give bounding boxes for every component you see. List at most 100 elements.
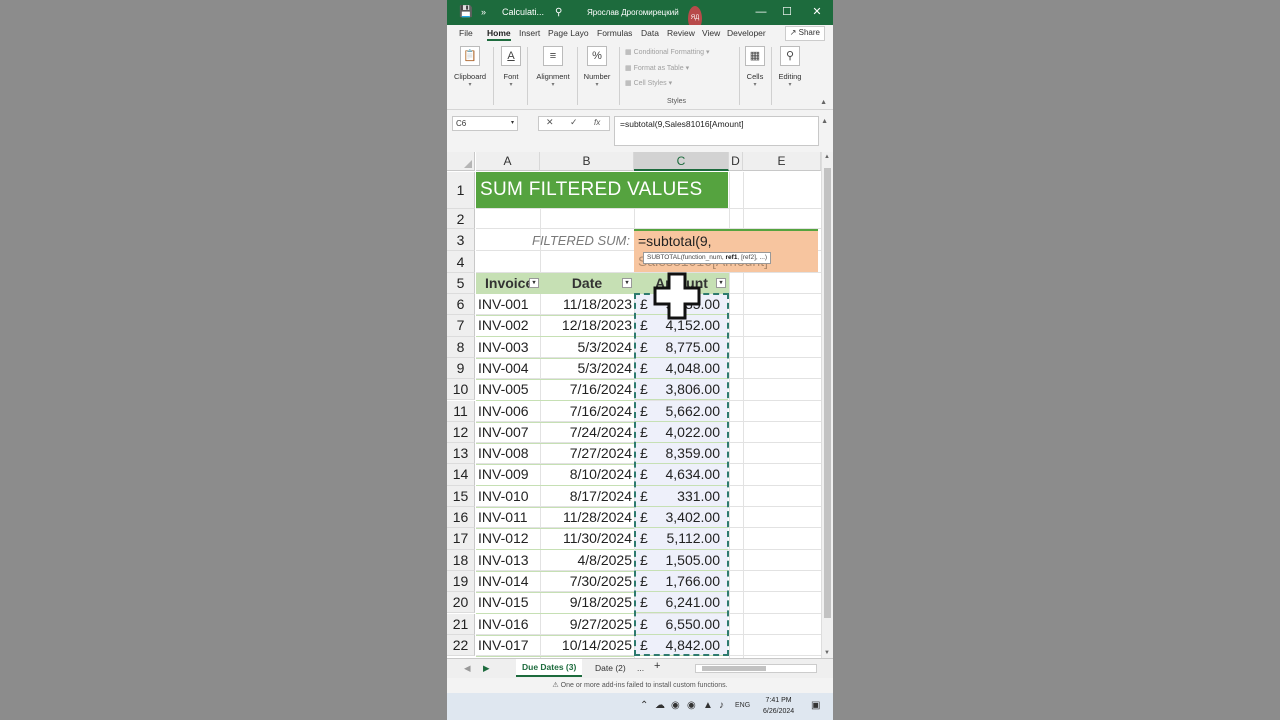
row-header[interactable]: 6 <box>447 294 475 316</box>
invoice-cell[interactable]: INV-002 <box>476 315 540 338</box>
invoice-cell[interactable]: INV-005 <box>476 379 540 402</box>
invoice-cell[interactable]: INV-007 <box>476 422 540 444</box>
date-cell[interactable]: 7/16/2024 <box>540 379 634 402</box>
minimize-icon[interactable]: — <box>748 0 774 25</box>
invoice-cell[interactable]: INV-012 <box>476 528 540 551</box>
row-header[interactable]: 7 <box>447 315 475 337</box>
row-header[interactable]: 15 <box>447 485 475 507</box>
sheet-tab-date[interactable]: Date (2) <box>595 663 626 673</box>
formula-input[interactable]: =subtotal(9,Sales81016[Amount] <box>614 116 819 146</box>
tab-insert[interactable]: Insert <box>519 28 540 38</box>
maximize-icon[interactable]: ☐ <box>774 0 800 25</box>
wifi-icon[interactable]: ▲ <box>703 700 713 711</box>
date-cell[interactable]: 5/3/2024 <box>540 358 634 380</box>
invoice-cell[interactable]: INV-017 <box>476 635 540 657</box>
row-header[interactable]: 3 <box>447 229 475 251</box>
date-cell[interactable]: 7/27/2024 <box>540 443 634 466</box>
row-header[interactable]: 21 <box>447 613 475 635</box>
filter-dropdown-icon[interactable]: ▾ <box>716 278 726 288</box>
chevron-up-icon[interactable]: ▲ <box>820 99 827 106</box>
invoice-cell[interactable]: INV-008 <box>476 443 540 466</box>
language-indicator[interactable]: ENG <box>735 702 750 709</box>
tab-home[interactable]: Home <box>487 28 511 41</box>
row-header[interactable]: 5 <box>447 273 475 294</box>
tab-page-layout[interactable]: Page Layo <box>548 28 589 38</box>
date-cell[interactable]: 11/18/2023 <box>540 294 634 316</box>
date-cell[interactable]: 10/14/2025 <box>540 635 634 657</box>
invoice-cell[interactable]: INV-003 <box>476 337 540 359</box>
sheet-title-cell[interactable]: SUM FILTERED VALUES <box>476 172 728 208</box>
tab-developer[interactable]: Developer <box>727 28 766 38</box>
header-date[interactable]: Date ▾ <box>540 273 634 294</box>
date-cell[interactable]: 9/27/2025 <box>540 614 634 636</box>
row-header[interactable]: 17 <box>447 528 475 550</box>
column-header-d[interactable]: D <box>729 152 743 171</box>
enter-icon[interactable]: ✓ <box>570 117 578 128</box>
chevron-up-icon[interactable]: ▲ <box>821 118 828 125</box>
filter-dropdown-icon[interactable]: ▾ <box>529 278 539 288</box>
invoice-cell[interactable]: INV-004 <box>476 358 540 380</box>
row-header[interactable]: 13 <box>447 443 475 465</box>
column-header-c[interactable]: C <box>634 152 729 171</box>
name-box[interactable]: C6 ▾ <box>452 116 518 131</box>
column-header-e[interactable]: E <box>743 152 821 171</box>
tab-data[interactable]: Data <box>641 28 659 38</box>
date-cell[interactable]: 7/24/2024 <box>540 422 634 444</box>
invoice-cell[interactable]: INV-010 <box>476 486 540 508</box>
function-icon[interactable]: fx <box>594 118 600 127</box>
invoice-cell[interactable]: INV-009 <box>476 464 540 487</box>
date-cell[interactable]: 8/10/2024 <box>540 464 634 487</box>
more-sheets[interactable]: ... <box>637 663 644 673</box>
editing-group[interactable]: ⚲ Editing ▾ <box>775 46 805 88</box>
date-cell[interactable]: 4/8/2025 <box>540 550 634 572</box>
app-icon[interactable]: ◉ <box>671 700 680 711</box>
invoice-cell[interactable]: INV-001 <box>476 294 540 316</box>
formula-edit-cell[interactable]: =subtotal(9, Sales81016[Amount] <box>634 229 818 272</box>
row-header[interactable]: 18 <box>447 549 475 571</box>
horizontal-scrollbar[interactable] <box>695 664 817 673</box>
chevron-up-icon[interactable]: ⌃ <box>640 700 648 711</box>
row-header[interactable]: 4 <box>447 251 475 273</box>
add-sheet-icon[interactable]: + <box>654 660 660 672</box>
clock[interactable]: 7:41 PM 6/26/2024 <box>763 695 794 717</box>
next-sheet-icon[interactable]: ▶ <box>483 663 490 674</box>
date-cell[interactable]: 11/28/2024 <box>540 507 634 529</box>
row-header[interactable]: 16 <box>447 507 475 529</box>
function-tooltip[interactable]: SUBTOTAL(function_num, ref1, [ref2], ...… <box>643 252 772 264</box>
format-as-table-button[interactable]: ▦ Format as Table ▾ <box>625 64 689 72</box>
scrollbar-thumb[interactable] <box>702 666 766 671</box>
prev-sheet-icon[interactable]: ◀ <box>464 663 471 674</box>
clipboard-group[interactable]: 📋 Clipboard ▾ <box>452 46 488 88</box>
app-icon[interactable]: ◉ <box>687 700 696 711</box>
cell-styles-button[interactable]: ▦ Cell Styles ▾ <box>625 79 672 87</box>
row-header[interactable]: 2 <box>447 209 475 229</box>
column-header-b[interactable]: B <box>540 152 634 171</box>
invoice-cell[interactable]: INV-016 <box>476 614 540 636</box>
quick-access-more[interactable]: » <box>481 0 486 25</box>
tab-review[interactable]: Review <box>667 28 695 38</box>
filtered-sum-label[interactable]: FILTERED SUM: <box>476 230 634 251</box>
row-header[interactable]: 22 <box>447 634 475 657</box>
date-cell[interactable]: 12/18/2023 <box>540 315 634 338</box>
share-button[interactable]: ↗ Share <box>784 26 825 41</box>
save-icon[interactable]: 💾 <box>459 0 473 25</box>
search-icon[interactable]: ⚲ <box>555 0 562 25</box>
scroll-down-icon[interactable]: ▼ <box>824 650 830 656</box>
date-cell[interactable]: 9/18/2025 <box>540 592 634 615</box>
scrollbar-thumb[interactable] <box>824 168 831 618</box>
row-header[interactable]: 12 <box>447 421 475 444</box>
font-group[interactable]: A Font ▾ <box>497 46 525 88</box>
invoice-cell[interactable]: INV-013 <box>476 550 540 572</box>
cancel-icon[interactable]: ✕ <box>546 117 554 128</box>
invoice-cell[interactable]: INV-006 <box>476 401 540 423</box>
row-header[interactable]: 10 <box>447 379 475 401</box>
date-cell[interactable]: 7/16/2024 <box>540 401 634 423</box>
sheet-tab-due-dates[interactable]: Due Dates (3) <box>516 659 583 677</box>
date-cell[interactable]: 11/30/2024 <box>540 528 634 551</box>
worksheet-grid[interactable]: A B C D E 1 2 3 4 5 6 7 8 9 10 11 12 13 14 15 16 17 18 19 2… <box>447 152 833 658</box>
filter-dropdown-icon[interactable]: ▾ <box>622 278 632 288</box>
volume-icon[interactable]: ♪ <box>719 700 724 711</box>
header-invoice[interactable]: Invoice ▾ <box>476 273 540 294</box>
select-all-button[interactable] <box>447 152 475 171</box>
invoice-cell[interactable]: INV-015 <box>476 592 540 615</box>
